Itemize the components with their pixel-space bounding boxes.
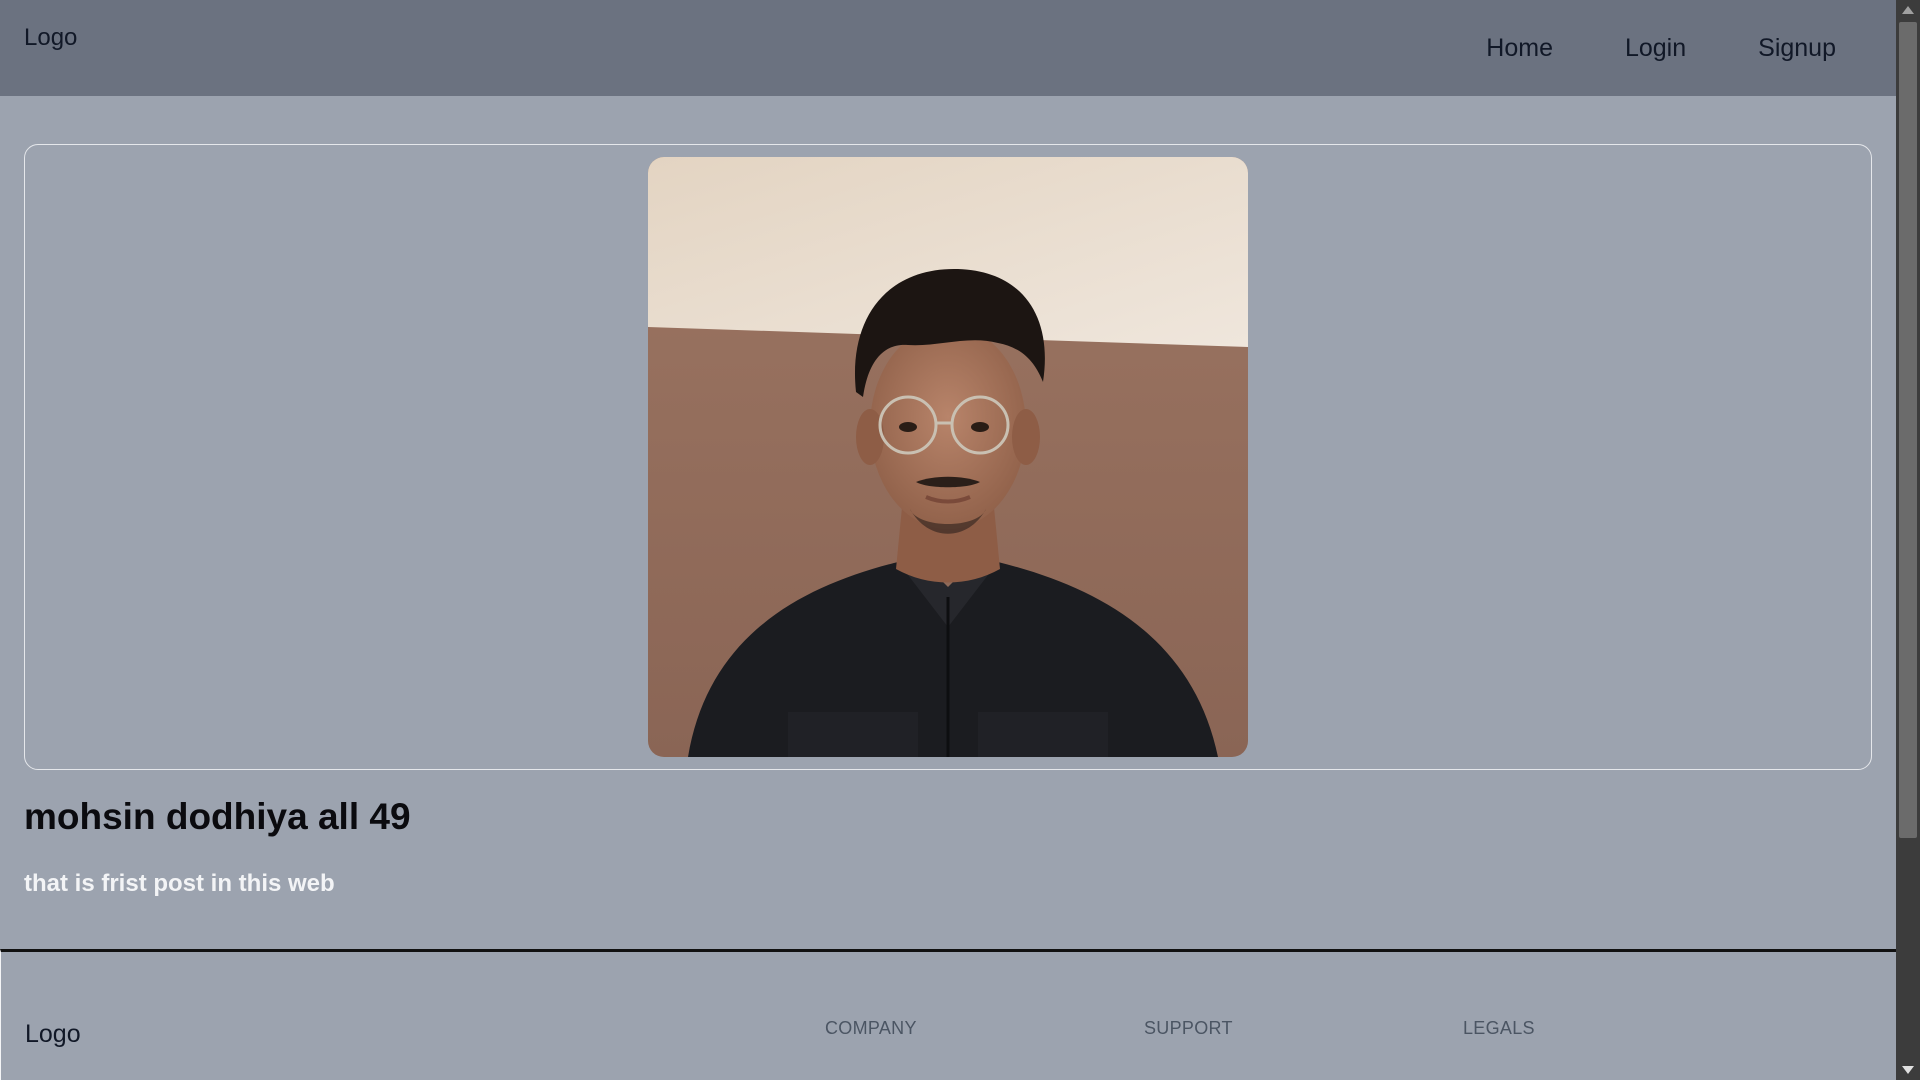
post-title: mohsin dodhiya all 49	[24, 796, 411, 837]
nav-home-link[interactable]: Home	[1486, 34, 1553, 63]
footer-heading-company: COMPANY	[825, 1018, 917, 1038]
post-body: that is frist post in this web	[24, 870, 335, 897]
post-photo	[648, 157, 1248, 757]
main-nav: Home Login Signup	[1486, 34, 1836, 63]
page: Logo Home Login Signup mohsin dodhiya al…	[0, 0, 1896, 1080]
scroll-thumb[interactable]	[1899, 22, 1917, 838]
nav-signup-link[interactable]: Signup	[1758, 34, 1836, 63]
footer-heading-legals: LEGALS	[1463, 1018, 1535, 1038]
scroll-down-icon[interactable]	[1896, 1060, 1920, 1080]
scroll-up-icon[interactable]	[1896, 0, 1920, 20]
header-logo[interactable]: Logo	[24, 24, 77, 52]
nav-login-link[interactable]: Login	[1625, 34, 1686, 63]
site-footer: Logo COMPANY SUPPORT LEGALS	[0, 949, 1896, 1080]
page-scrollbar[interactable]	[1896, 0, 1920, 1080]
post-image-card	[24, 144, 1872, 770]
site-header: Logo Home Login Signup	[0, 0, 1896, 96]
footer-heading-support: SUPPORT	[1144, 1018, 1233, 1038]
footer-logo[interactable]: Logo	[25, 1020, 81, 1049]
